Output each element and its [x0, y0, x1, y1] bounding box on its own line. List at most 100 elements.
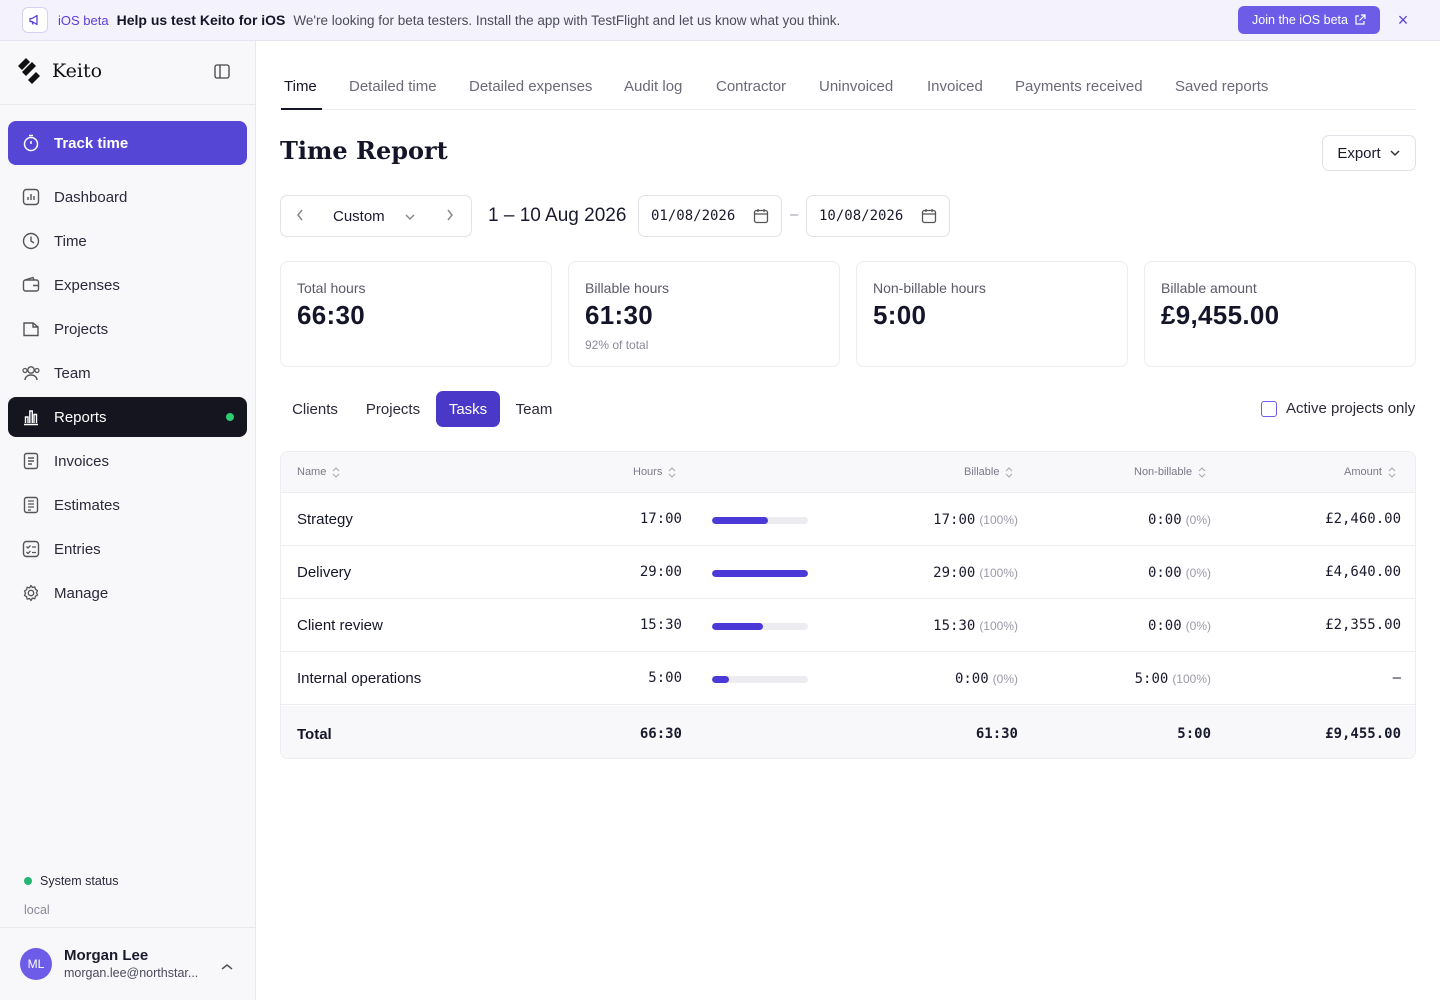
tab-payments-received[interactable]: Payments received [1015, 78, 1143, 95]
table-row[interactable]: Client review 15:30 15:30 (100%) 0:00 (0%)… [281, 599, 1415, 652]
banner-message: We're looking for beta testers. Install … [293, 12, 841, 28]
sidebar-divider [0, 104, 255, 105]
date-range-text: 1 – 10 Aug 2026 [488, 205, 627, 226]
sidebar-item-dashboard[interactable]: Dashboard [8, 177, 247, 217]
user-divider [0, 927, 255, 928]
chevron-right-icon[interactable] [445, 208, 455, 227]
dashboard-icon [21, 187, 41, 207]
user-email: morgan.lee@northstar... [64, 966, 199, 980]
table-row[interactable]: Delivery 29:00 29:00 (100%) 0:00 (0%) £4,6… [281, 546, 1415, 599]
card-label: Total hours [297, 280, 366, 296]
period-select[interactable]: Custom [333, 208, 385, 225]
tab-audit-log[interactable]: Audit log [624, 78, 682, 95]
users-icon [21, 363, 41, 383]
card-billable-amount: Billable amount £9,455.00 [1144, 261, 1416, 367]
active-projects-checkbox[interactable] [1261, 400, 1277, 417]
gear-icon [21, 583, 41, 603]
join-ios-beta-button[interactable]: Join the iOS beta [1238, 6, 1380, 34]
sidebar-item-label: Time [54, 232, 87, 250]
task-nonbillable: 0:00 (0%) [1147, 512, 1211, 528]
chevron-left-icon[interactable] [295, 208, 305, 227]
export-button[interactable]: Export [1322, 135, 1416, 171]
megaphone-icon [22, 7, 48, 33]
tab-clients[interactable]: Clients [280, 391, 350, 427]
total-hours: 66:30 [639, 726, 682, 742]
sidebar-item-label: Expenses [54, 276, 120, 294]
task-billable: 17:00 (100%) [933, 512, 1018, 528]
page-title: Time Report [280, 136, 448, 165]
stopwatch-icon [21, 133, 41, 153]
tab-uninvoiced[interactable]: Uninvoiced [819, 78, 893, 95]
tab-team[interactable]: Team [506, 391, 562, 427]
chevron-up-icon[interactable] [220, 959, 234, 977]
tab-detailed-expenses[interactable]: Detailed expenses [469, 78, 592, 95]
sidebar-item-manage[interactable]: Manage [8, 573, 247, 613]
sidebar-item-projects[interactable]: Projects [8, 309, 247, 349]
tab-time[interactable]: Time [284, 78, 317, 95]
brand[interactable]: Keito [18, 58, 102, 84]
table-row[interactable]: Strategy 17:00 17:00 (100%) 0:00 (0%) £2,4… [281, 493, 1415, 546]
task-billable: 0:00 (0%) [954, 671, 1018, 687]
tab-projects[interactable]: Projects [356, 391, 430, 427]
tab-contractor[interactable]: Contractor [716, 78, 786, 95]
tab-invoiced[interactable]: Invoiced [927, 78, 983, 95]
total-label: Total [297, 726, 332, 743]
sidebar-item-time[interactable]: Time [8, 221, 247, 261]
status-dot [24, 877, 32, 885]
table-row[interactable]: Internal operations 5:00 0:00 (0%) 5:00 (1… [281, 652, 1415, 705]
task-name: Internal operations [297, 670, 422, 687]
column-header-hours[interactable]: Hours [633, 466, 676, 478]
calendar-icon[interactable] [753, 208, 769, 228]
task-hours: 15:30 [639, 617, 682, 633]
sidebar-collapse-icon[interactable] [214, 64, 232, 80]
calendar-icon[interactable] [921, 208, 937, 228]
active-projects-label: Active projects only [1286, 400, 1416, 417]
hours-bar-fill [712, 517, 769, 524]
sidebar-item-label: Dashboard [54, 188, 128, 206]
active-tab-indicator [281, 108, 322, 110]
active-projects-only-toggle[interactable]: Active projects only [1261, 400, 1415, 417]
column-header-name[interactable]: Name [297, 466, 340, 478]
system-status-link[interactable]: System status [24, 874, 119, 888]
sidebar-item-expenses[interactable]: Expenses [8, 265, 247, 305]
close-icon[interactable]: × [1393, 10, 1413, 30]
banner-tag: iOS beta [58, 12, 109, 28]
column-header-billable[interactable]: Billable [964, 466, 1013, 478]
wallet-icon [21, 275, 41, 295]
card-nonbillable-hours: Non-billable hours 5:00 [856, 261, 1128, 367]
card-label: Billable hours [585, 280, 670, 296]
date-to-field[interactable]: 10/08/2026 [806, 195, 950, 237]
export-label: Export [1337, 144, 1381, 162]
tasks-table: Name Hours Billable Non-billable Amount … [280, 451, 1416, 759]
task-name: Strategy [297, 511, 353, 528]
sidebar-item-label: Invoices [54, 452, 110, 470]
table-total-row: Total 66:30 61:30 5:00 £9,455.00 [281, 706, 1415, 758]
sidebar-item-team[interactable]: Team [8, 353, 247, 393]
tab-tasks[interactable]: Tasks [436, 391, 500, 427]
status-dot [226, 413, 234, 421]
tab-saved-reports[interactable]: Saved reports [1175, 78, 1268, 95]
sidebar-item-reports[interactable]: Reports [8, 397, 247, 437]
track-time-button[interactable]: Track time [8, 121, 247, 165]
ios-beta-banner: iOS beta Help us test Keito for iOS We'r… [0, 0, 1440, 41]
report-tabs: Time Detailed time Detailed expenses Aud… [280, 63, 1416, 110]
sidebar-item-label: Reports [54, 408, 107, 426]
column-header-nonbillable[interactable]: Non-billable [1134, 466, 1206, 478]
date-from-field[interactable]: 01/08/2026 [638, 195, 782, 237]
card-billable-hours: Billable hours 61:30 92% of total [568, 261, 840, 367]
tab-detailed-time[interactable]: Detailed time [349, 78, 437, 95]
task-billable: 15:30 (100%) [933, 618, 1018, 634]
checklist-icon [21, 539, 41, 559]
sidebar-item-entries[interactable]: Entries [8, 529, 247, 569]
user-menu[interactable]: ML Morgan Lee morgan.lee@northstar... [20, 947, 198, 980]
sidebar-item-invoices[interactable]: Invoices [8, 441, 247, 481]
chevron-down-icon[interactable] [404, 209, 416, 227]
hours-bar-fill [712, 570, 808, 577]
folder-icon [21, 319, 41, 339]
system-status-label: System status [40, 874, 119, 888]
task-billable: 29:00 (100%) [933, 565, 1018, 581]
column-header-amount[interactable]: Amount [1344, 466, 1396, 478]
banner-title: Help us test Keito for iOS [116, 12, 286, 28]
task-nonbillable: 0:00 (0%) [1147, 565, 1211, 581]
sidebar-item-estimates[interactable]: Estimates [8, 485, 247, 525]
